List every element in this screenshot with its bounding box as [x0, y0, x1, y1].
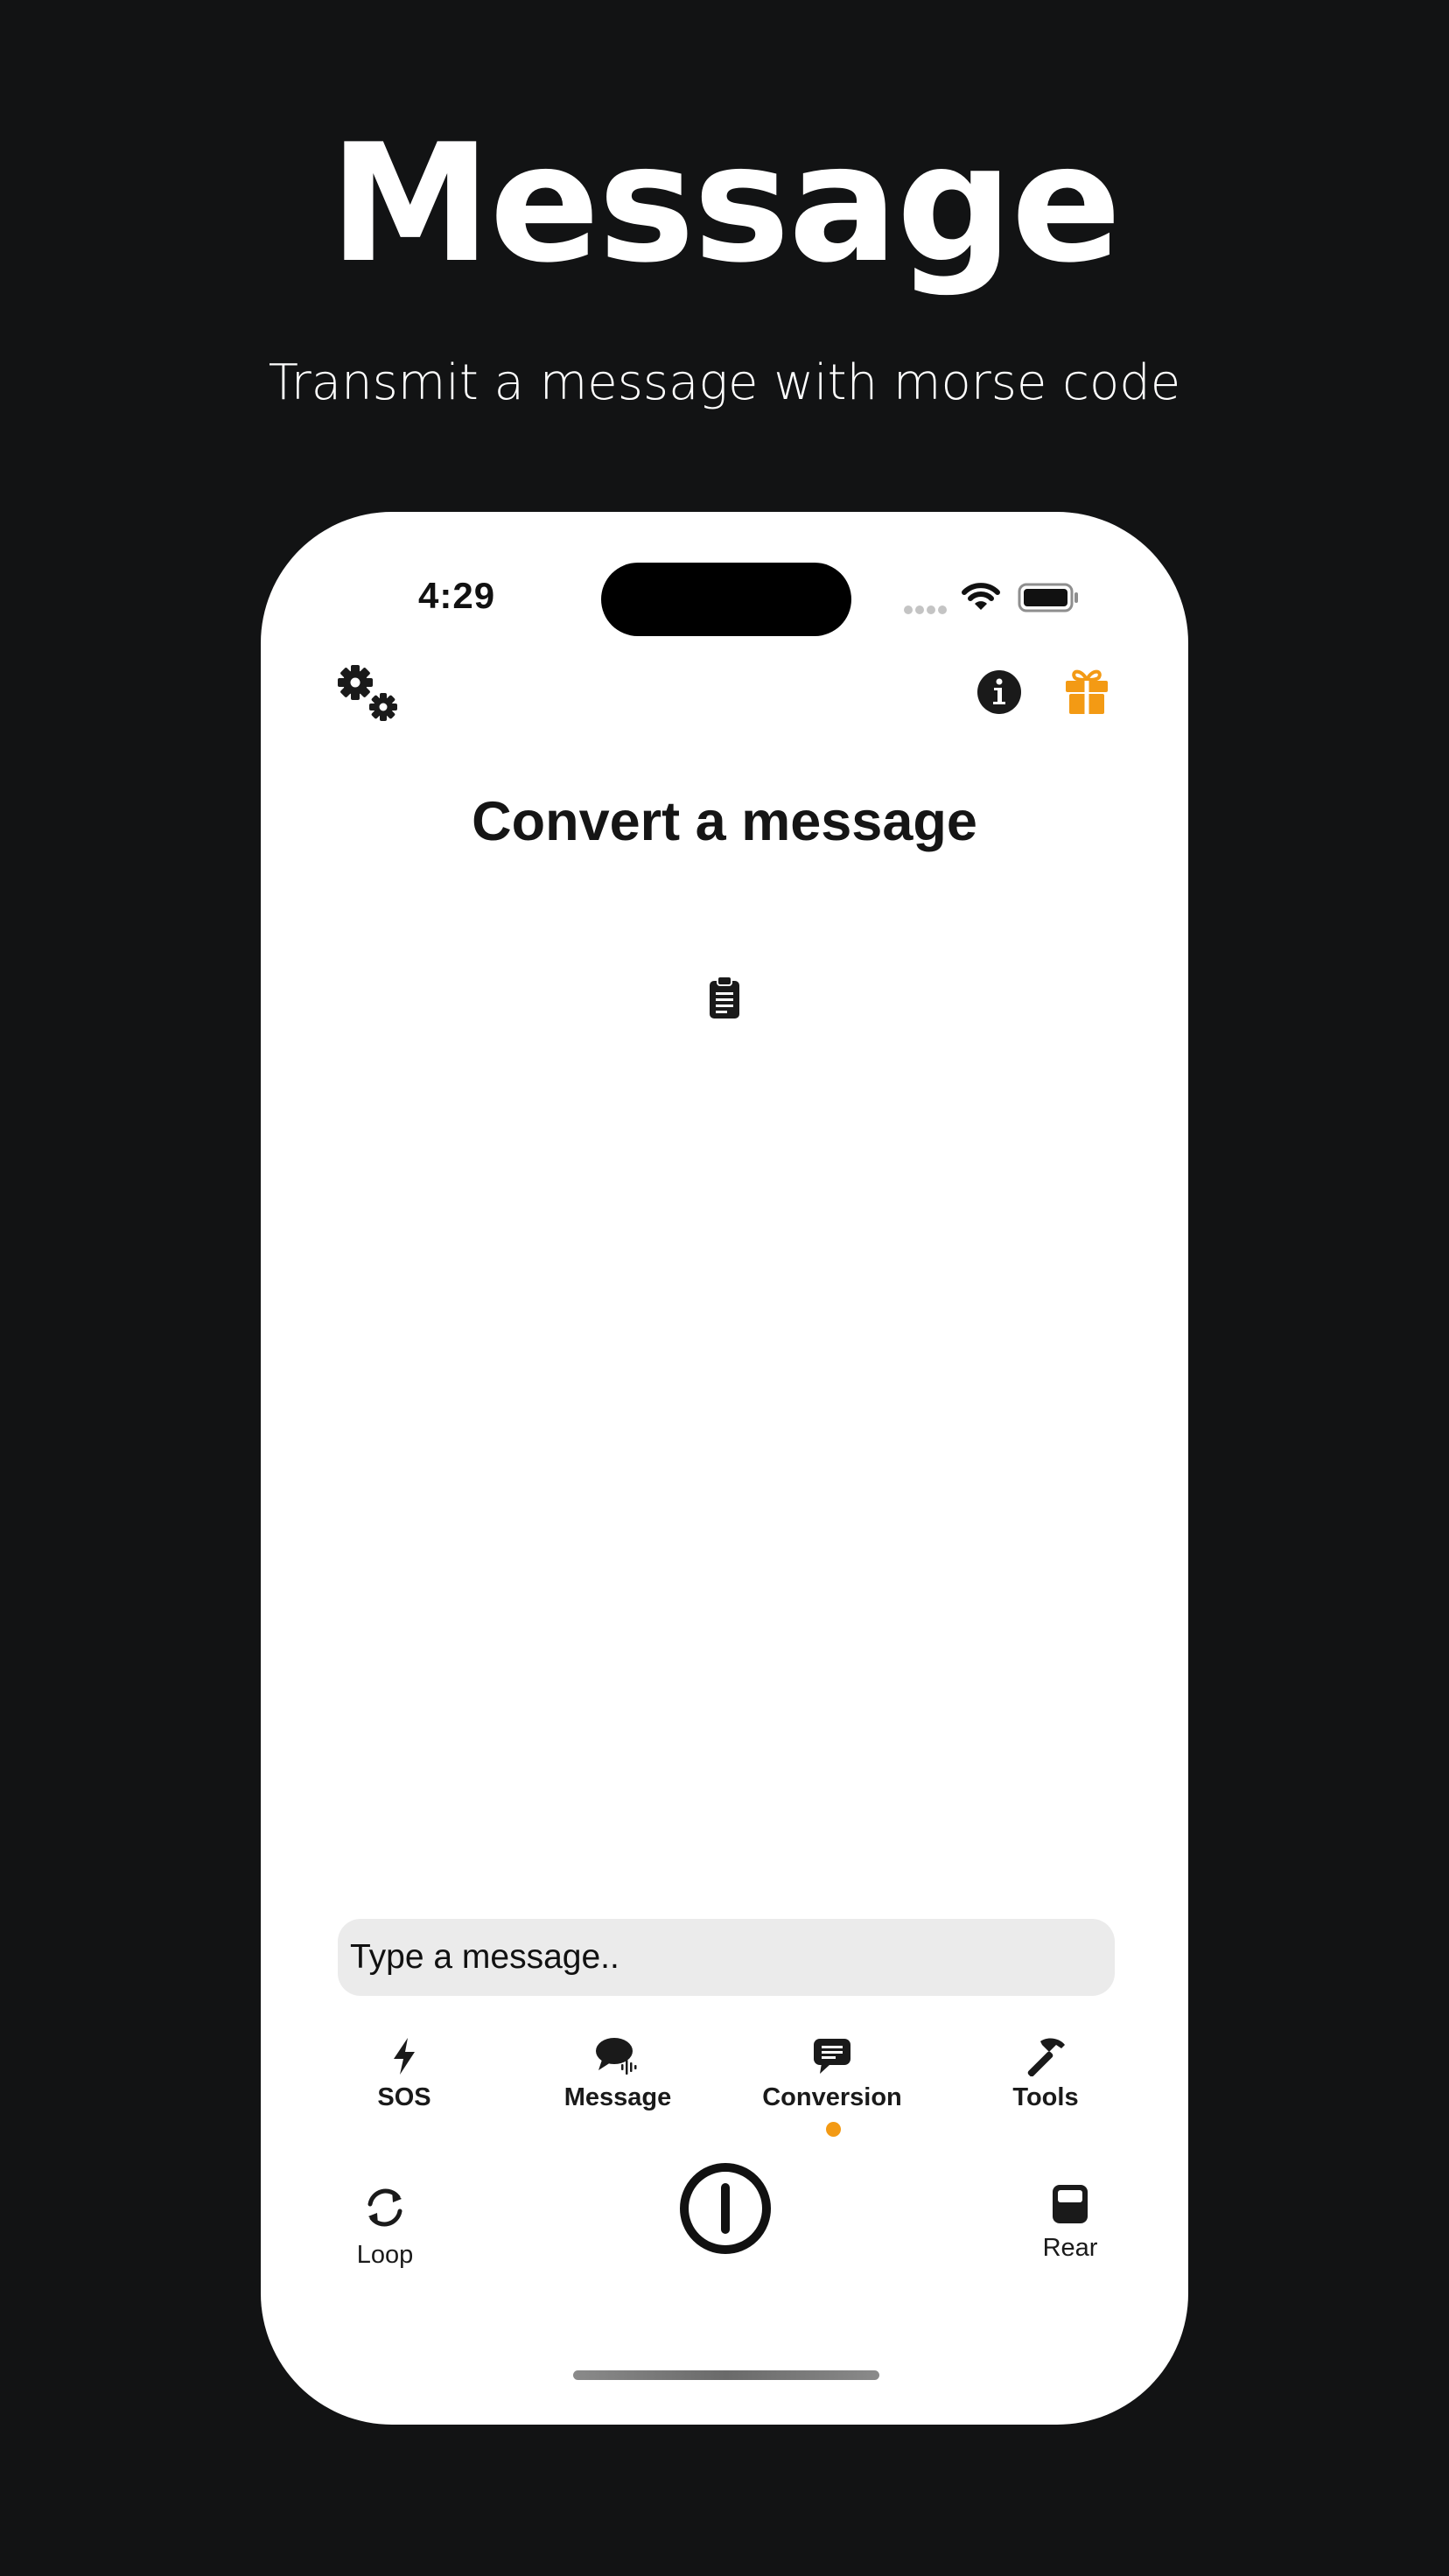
- tab-tools-label: Tools: [1012, 2083, 1079, 2111]
- rear-label: Rear: [1042, 2234, 1098, 2262]
- screen-title: Convert a message: [472, 791, 977, 852]
- loop-button[interactable]: Loop: [332, 2183, 438, 2270]
- wifi-icon: [962, 583, 1000, 610]
- active-tab-indicator: [826, 2122, 841, 2137]
- message-input[interactable]: [338, 1919, 1115, 1996]
- hammer-icon: [1027, 2038, 1065, 2076]
- gears-icon[interactable]: [338, 665, 404, 726]
- text-bubble-icon: [814, 2039, 850, 2074]
- gift-icon[interactable]: [1064, 667, 1110, 716]
- clipboard-icon[interactable]: [708, 976, 741, 1019]
- status-time: 4:29: [418, 575, 496, 616]
- power-icon[interactable]: [679, 2162, 772, 2255]
- marketing-subtitle: Transmit a message with morse code: [268, 354, 1181, 411]
- marketing-title: Message: [329, 108, 1121, 298]
- dynamic-island: [601, 563, 851, 636]
- speech-bubble-waveform-icon: [596, 2038, 637, 2075]
- tab-tools[interactable]: Tools: [958, 2034, 1133, 2131]
- cellular-signal-icon: [904, 603, 949, 619]
- phone-screen: 4:29 Convert a message Type a message.. …: [261, 512, 1188, 2425]
- info-icon[interactable]: [976, 669, 1022, 715]
- tab-conversion[interactable]: Conversion: [745, 2034, 920, 2131]
- tab-conversion-label: Conversion: [762, 2083, 902, 2111]
- bolt-icon: [394, 2038, 415, 2075]
- tab-message[interactable]: Message: [530, 2034, 705, 2131]
- tab-sos[interactable]: SOS: [317, 2034, 492, 2131]
- tab-message-label: Message: [564, 2083, 672, 2111]
- rear-button[interactable]: Rear: [1018, 2183, 1123, 2263]
- loop-label: Loop: [356, 2241, 414, 2269]
- loop-icon: [368, 2188, 402, 2227]
- rear-camera-icon: [1053, 2185, 1088, 2223]
- tab-sos-label: SOS: [377, 2083, 431, 2111]
- home-indicator[interactable]: [573, 2370, 879, 2380]
- battery-icon: [1018, 583, 1078, 612]
